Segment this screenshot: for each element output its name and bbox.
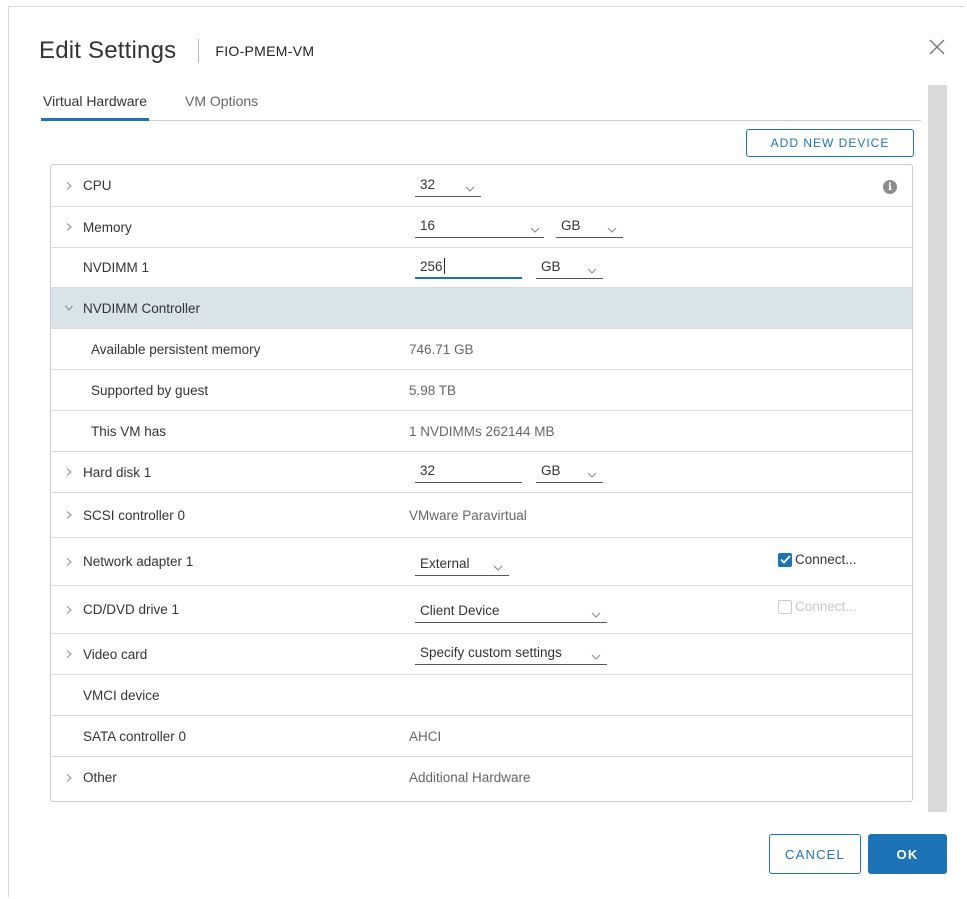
row-label: This VM has <box>91 423 167 439</box>
cancel-button[interactable]: CANCEL <box>769 834 861 874</box>
row-available-pmem: Available persistent memory 746.71 GB <box>51 329 912 370</box>
row-value: VMware Paravirtual <box>409 507 527 523</box>
row-value: AHCI <box>409 728 442 744</box>
row-vmci-device: VMCI device <box>51 675 912 716</box>
tab-vm-options[interactable]: VM Options <box>183 93 260 121</box>
chevron-right-icon[interactable] <box>65 452 75 492</box>
row-nvdimm-controller[interactable]: NVDIMM Controller <box>51 288 912 329</box>
row-label: CPU <box>83 178 112 193</box>
chevron-down-icon <box>607 222 617 233</box>
ok-button[interactable]: OK <box>868 834 947 874</box>
select-value: GB <box>541 259 561 274</box>
row-label: Hard disk 1 <box>83 464 152 480</box>
row-label: Supported by guest <box>91 382 209 398</box>
row-memory: Memory 16 GB <box>51 207 912 248</box>
network-select[interactable]: External <box>415 552 509 576</box>
memory-size-input[interactable]: 16 <box>415 214 522 238</box>
chevron-right-icon[interactable] <box>65 207 75 247</box>
row-label: Available persistent memory <box>91 341 261 357</box>
vm-name: FIO-PMEM-VM <box>215 43 315 59</box>
chevron-down-icon <box>465 181 475 192</box>
row-this-vm-has: This VM has 1 NVDIMMs 262144 MB <box>51 411 912 452</box>
chevron-right-icon[interactable] <box>65 493 75 537</box>
chevron-right-icon[interactable] <box>65 634 75 674</box>
row-label: CD/DVD drive 1 <box>83 602 180 617</box>
select-value: 32 <box>420 177 436 192</box>
row-video-card: Video card Specify custom settings <box>51 634 912 675</box>
checkbox-label: Connect... <box>795 552 857 567</box>
chevron-right-icon[interactable] <box>65 538 75 585</box>
select-value: GB <box>561 218 581 233</box>
chevron-down-icon <box>587 263 597 274</box>
row-hard-disk-1: Hard disk 1 32 GB <box>51 452 912 493</box>
row-label: Other <box>83 770 117 785</box>
row-supported-by-guest: Supported by guest 5.98 TB <box>51 370 912 411</box>
checkbox-unchecked-icon <box>778 599 792 614</box>
row-value: Additional Hardware <box>409 770 531 785</box>
row-network-adapter-1: Network adapter 1 External Connect... <box>51 538 912 586</box>
hard-disk-size-input[interactable]: 32 <box>415 459 522 483</box>
row-label: Network adapter 1 <box>83 554 194 569</box>
chevron-down-icon <box>591 649 601 660</box>
chevron-right-icon[interactable] <box>65 757 75 798</box>
chevron-down-icon <box>493 560 503 571</box>
chevron-right-icon[interactable] <box>65 586 75 633</box>
scrollbar[interactable] <box>928 85 947 812</box>
row-sata-controller-0: SATA controller 0 AHCI <box>51 716 912 757</box>
chevron-down-icon[interactable] <box>65 288 75 328</box>
select-value: External <box>420 556 470 571</box>
info-icon[interactable]: i <box>883 180 897 194</box>
chevron-down-icon <box>591 607 601 618</box>
row-label: VMCI device <box>83 687 160 703</box>
checkbox-label: Connect... <box>795 599 857 614</box>
close-icon[interactable] <box>927 37 947 57</box>
row-value: 746.71 GB <box>409 341 474 357</box>
checkbox-checked-icon <box>778 552 792 567</box>
select-value: GB <box>541 463 561 478</box>
row-label: Video card <box>83 646 148 662</box>
nvdimm-unit-select[interactable]: GB <box>536 255 603 279</box>
memory-preset-select[interactable] <box>522 214 544 238</box>
chevron-down-icon <box>587 467 597 478</box>
tab-bar: Virtual Hardware VM Options <box>41 93 921 121</box>
title-divider <box>198 39 200 63</box>
chevron-down-icon <box>530 222 540 233</box>
row-cpu: CPU 32 i <box>51 165 912 207</box>
row-label: NVDIMM Controller <box>83 300 201 316</box>
cd-dvd-select[interactable]: Client Device <box>415 599 607 623</box>
row-value: 1 NVDIMMs 262144 MB <box>409 423 555 439</box>
row-label: SATA controller 0 <box>83 728 187 744</box>
cd-dvd-connect-checkbox[interactable]: Connect... <box>778 599 857 614</box>
row-value: 5.98 TB <box>409 382 457 398</box>
dialog-header: Edit Settings FIO-PMEM-VM <box>39 35 314 67</box>
select-value: Specify custom settings <box>420 645 562 660</box>
text-caret <box>443 258 445 274</box>
row-label: NVDIMM 1 <box>83 260 150 275</box>
chevron-right-icon[interactable] <box>65 165 75 206</box>
hard-disk-unit-select[interactable]: GB <box>536 459 603 483</box>
row-cd-dvd-drive-1: CD/DVD drive 1 Client Device Connect... <box>51 586 912 634</box>
row-label: Memory <box>83 219 132 235</box>
memory-unit-select[interactable]: GB <box>556 214 623 238</box>
row-label: SCSI controller 0 <box>83 507 186 523</box>
video-card-select[interactable]: Specify custom settings <box>415 641 607 665</box>
row-other: Other Additional Hardware <box>51 757 912 798</box>
add-new-device-button[interactable]: ADD NEW DEVICE <box>746 129 914 157</box>
tab-virtual-hardware[interactable]: Virtual Hardware <box>41 93 150 121</box>
edit-settings-dialog: Edit Settings FIO-PMEM-VM Virtual Hardwa… <box>8 6 965 897</box>
network-connect-checkbox[interactable]: Connect... <box>778 552 857 567</box>
dialog-title: Edit Settings <box>39 37 177 64</box>
cpu-count-select[interactable]: 32 <box>415 173 481 197</box>
input-value: 256 <box>420 258 443 274</box>
nvdimm-size-input[interactable]: 256 <box>415 255 522 279</box>
select-value: Client Device <box>420 603 500 618</box>
row-scsi-controller-0: SCSI controller 0 VMware Paravirtual <box>51 493 912 538</box>
row-nvdimm-1: NVDIMM 1 256 GB <box>51 248 912 288</box>
hardware-grid: CPU 32 i Memory 16 GB NVDIMM 1 256 GB NV… <box>50 164 913 802</box>
